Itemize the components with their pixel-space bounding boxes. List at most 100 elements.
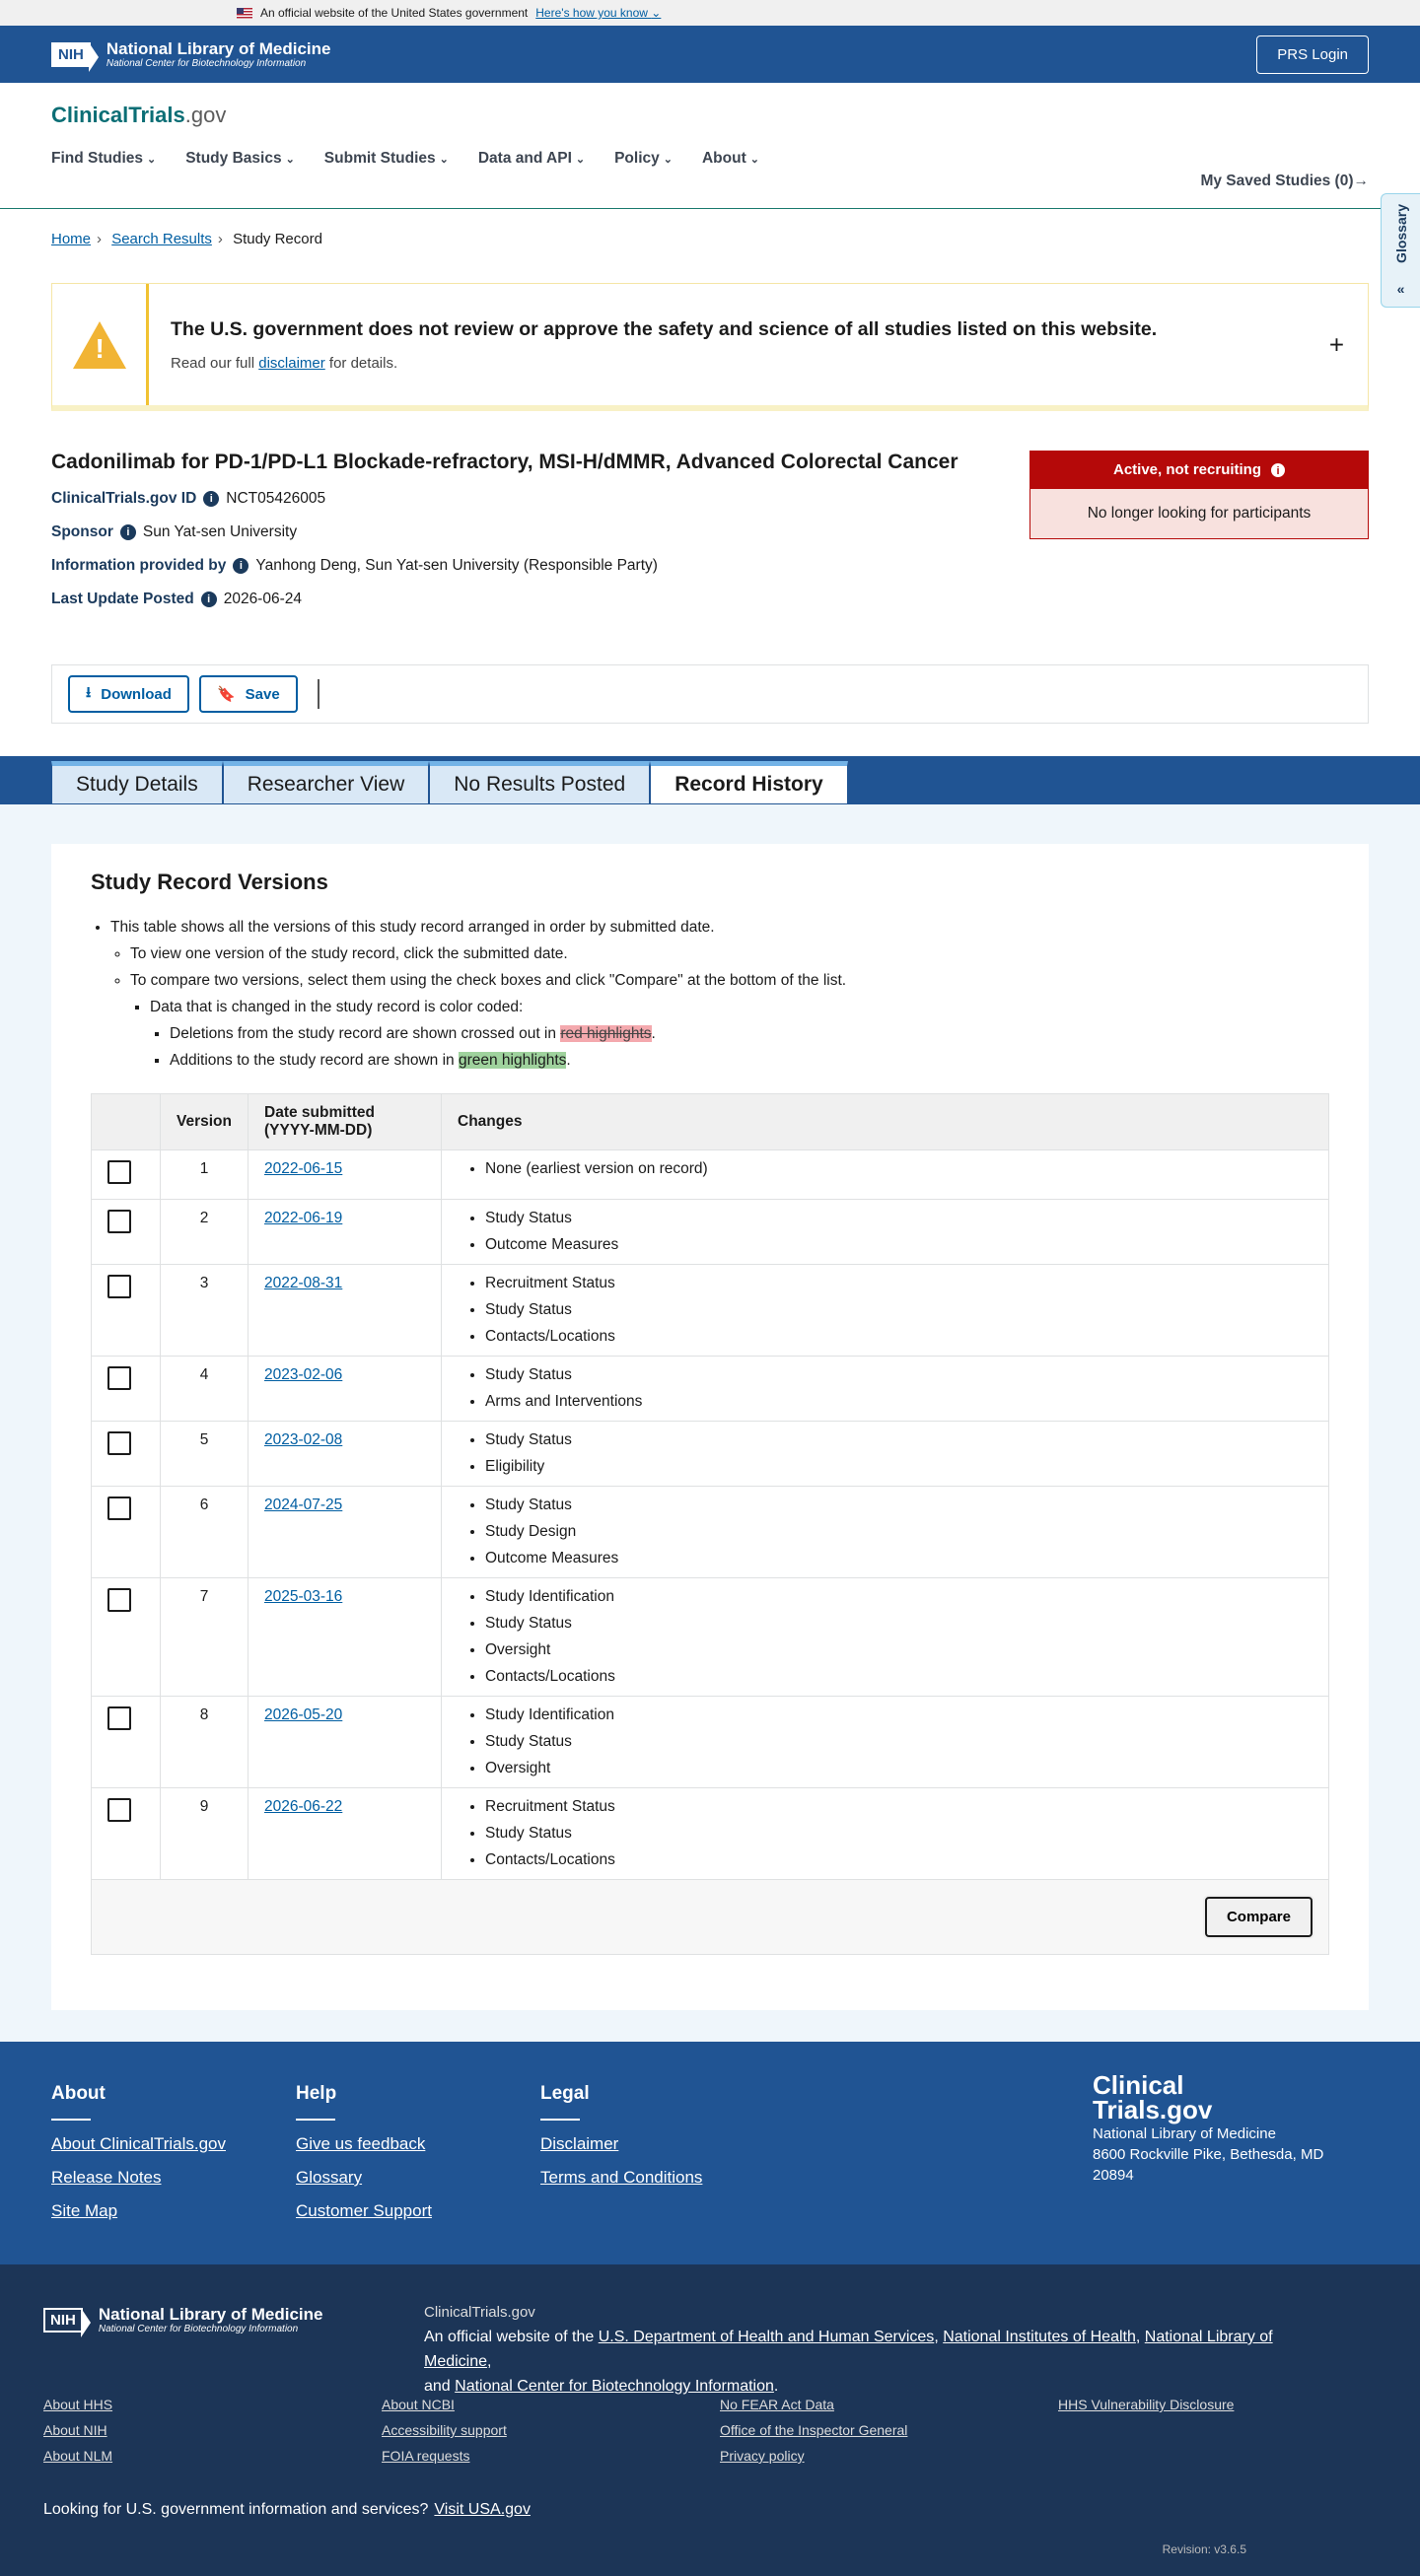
version-date-link[interactable]: 2025-03-16 [264, 1588, 342, 1605]
footer-link[interactable]: Site Map [51, 2201, 226, 2221]
nav-find-studies[interactable]: Find Studies ⌄ [51, 150, 156, 168]
footer-link[interactable]: No FEAR Act Data [720, 2397, 1058, 2412]
hhs-link[interactable]: U.S. Department of Health and Human Serv… [599, 2329, 935, 2345]
footer-link[interactable]: HHS Vulnerability Disclosure [1058, 2397, 1396, 2412]
footer-link[interactable]: Glossary [296, 2168, 432, 2188]
chevron-right-icon: › [217, 231, 223, 247]
change-item: Eligibility [485, 1458, 1313, 1476]
save-button[interactable]: 🔖 Save [198, 675, 298, 713]
nav-menu: Find Studies ⌄ Study Basics ⌄ Submit Studi… [51, 150, 1369, 168]
footer-link[interactable]: FOIA requests [382, 2448, 720, 2464]
version-number: 8 [160, 1696, 248, 1788]
instruction-item: Deletions from the study record are show… [170, 1025, 1329, 1043]
compare-button[interactable]: Compare [1204, 1897, 1313, 1937]
footer-link [1058, 2448, 1396, 2464]
nlm-footer: NIH National Library of Medicine Nationa… [0, 2264, 1420, 2576]
version-checkbox[interactable] [107, 1210, 131, 1233]
download-icon: ⭳ [86, 683, 92, 701]
footer-link[interactable]: Give us feedback [296, 2134, 432, 2154]
version-date-link[interactable]: 2023-02-06 [264, 1366, 342, 1383]
footer-link[interactable]: About HHS [43, 2397, 382, 2412]
usa-gov-link[interactable]: Visit USA.gov [434, 2501, 531, 2518]
version-checkbox[interactable] [107, 1497, 131, 1520]
footer-link[interactable]: Terms and Conditions [540, 2168, 702, 2188]
version-date-link[interactable]: 2026-05-20 [264, 1706, 342, 1723]
version-date-link[interactable]: 2026-06-22 [264, 1798, 342, 1815]
changes-list: Study Status Eligibility [485, 1431, 1313, 1476]
changes-list: Study Identification Study Status Oversigh… [485, 1588, 1313, 1686]
footer-link[interactable]: About ClinicalTrials.gov [51, 2134, 226, 2154]
last-update-label: Last Update Posted [51, 591, 194, 607]
changes-list: Recruitment Status Study Status Contacts/L… [485, 1275, 1313, 1346]
footer-link[interactable]: Release Notes [51, 2168, 226, 2188]
nav-study-basics[interactable]: Study Basics ⌄ [185, 150, 295, 168]
breadcrumb-search-results[interactable]: Search Results [111, 231, 212, 247]
change-item: Study Status [485, 1301, 1313, 1319]
ncbi-link[interactable]: National Center for Biotechnology Inform… [455, 2378, 774, 2395]
glossary-tab[interactable]: Glossary « [1381, 193, 1420, 308]
info-icon[interactable]: i [119, 524, 136, 540]
change-item: Oversight [485, 1641, 1313, 1659]
version-number: 4 [160, 1356, 248, 1422]
change-item: Study Status [485, 1615, 1313, 1633]
heres-how-you-know-link[interactable]: Here's how you know ⌄ [535, 6, 661, 20]
footer-link[interactable]: Disclaimer [540, 2134, 702, 2154]
table-row: 5 2023-02-08 Study Status Eligibility [91, 1421, 1329, 1487]
version-checkbox[interactable] [107, 1798, 131, 1822]
ct-logo[interactable]: ClinicalTrials.gov [51, 103, 1369, 128]
changes-list: Study Status Outcome Measures [485, 1210, 1313, 1254]
version-date-link[interactable]: 2022-06-19 [264, 1210, 342, 1226]
version-checkbox[interactable] [107, 1275, 131, 1298]
version-checkbox[interactable] [107, 1160, 131, 1184]
official-site-text: ClinicalTrials.gov An official website o… [424, 2304, 1273, 2395]
version-date-link[interactable]: 2023-02-08 [264, 1431, 342, 1448]
footer-link[interactable]: About NIH [43, 2422, 382, 2438]
version-date-link[interactable]: 2024-07-25 [264, 1497, 342, 1513]
my-saved-studies-link[interactable]: My Saved Studies (0)→ [1200, 173, 1369, 190]
footer-link[interactable]: About NLM [43, 2448, 382, 2464]
expand-plus-icon[interactable]: + [1329, 329, 1344, 360]
footer-nlm-logo[interactable]: NIH National Library of Medicine Nationa… [43, 2306, 323, 2337]
instruction-item: To compare two versions, select them usi… [130, 972, 1329, 990]
info-icon[interactable]: i [200, 592, 217, 607]
download-button[interactable]: ⭳ Download [68, 675, 189, 713]
info-icon[interactable]: i [233, 558, 249, 574]
footer-link[interactable]: Office of the Inspector General [720, 2422, 1058, 2438]
change-item: Arms and Interventions [485, 1393, 1313, 1411]
footer-link[interactable]: Privacy policy [720, 2448, 1058, 2464]
footer-link[interactable]: About NCBI [382, 2397, 720, 2412]
nlm-logo[interactable]: NIH National Library of Medicine Nationa… [51, 39, 331, 72]
version-checkbox[interactable] [107, 1588, 131, 1612]
nih-link[interactable]: National Institutes of Health [943, 2329, 1136, 2345]
col-select [91, 1093, 161, 1150]
version-checkbox[interactable] [107, 1366, 131, 1390]
tab-record-history[interactable]: Record History [650, 761, 848, 804]
nav-data-api[interactable]: Data and API ⌄ [478, 150, 585, 168]
footer-link[interactable]: Accessibility support [382, 2422, 720, 2438]
nav-submit-studies[interactable]: Submit Studies ⌄ [324, 150, 449, 168]
version-number: 1 [160, 1149, 248, 1200]
version-checkbox[interactable] [107, 1431, 131, 1455]
nav-about[interactable]: About ⌄ [702, 150, 759, 168]
info-icon[interactable]: i [1271, 463, 1286, 477]
change-item: Study Status [485, 1431, 1313, 1449]
main-nav: ClinicalTrials.gov Find Studies ⌄ Study B… [0, 83, 1420, 209]
disclaimer-link[interactable]: disclaimer [258, 355, 325, 372]
prs-login-button[interactable]: PRS Login [1256, 35, 1369, 74]
tab-no-results-posted[interactable]: No Results Posted [429, 761, 651, 804]
change-item: Contacts/Locations [485, 1328, 1313, 1346]
revision-text: Revision: v3.6.5 [1162, 2542, 1246, 2556]
version-date-link[interactable]: 2022-06-15 [264, 1160, 342, 1177]
breadcrumb-home[interactable]: Home [51, 231, 91, 247]
version-number: 2 [160, 1199, 248, 1265]
changes-list: Study Identification Study Status Oversigh… [485, 1706, 1313, 1777]
nav-policy[interactable]: Policy ⌄ [614, 150, 673, 168]
chevron-down-icon: ⌄ [749, 154, 759, 166]
info-icon[interactable]: i [203, 491, 220, 507]
footer-link[interactable]: Customer Support [296, 2201, 432, 2221]
tab-study-details[interactable]: Study Details [51, 761, 223, 804]
change-item: Contacts/Locations [485, 1668, 1313, 1686]
tab-researcher-view[interactable]: Researcher View [222, 761, 430, 804]
version-date-link[interactable]: 2022-08-31 [264, 1275, 342, 1291]
version-checkbox[interactable] [107, 1706, 131, 1730]
